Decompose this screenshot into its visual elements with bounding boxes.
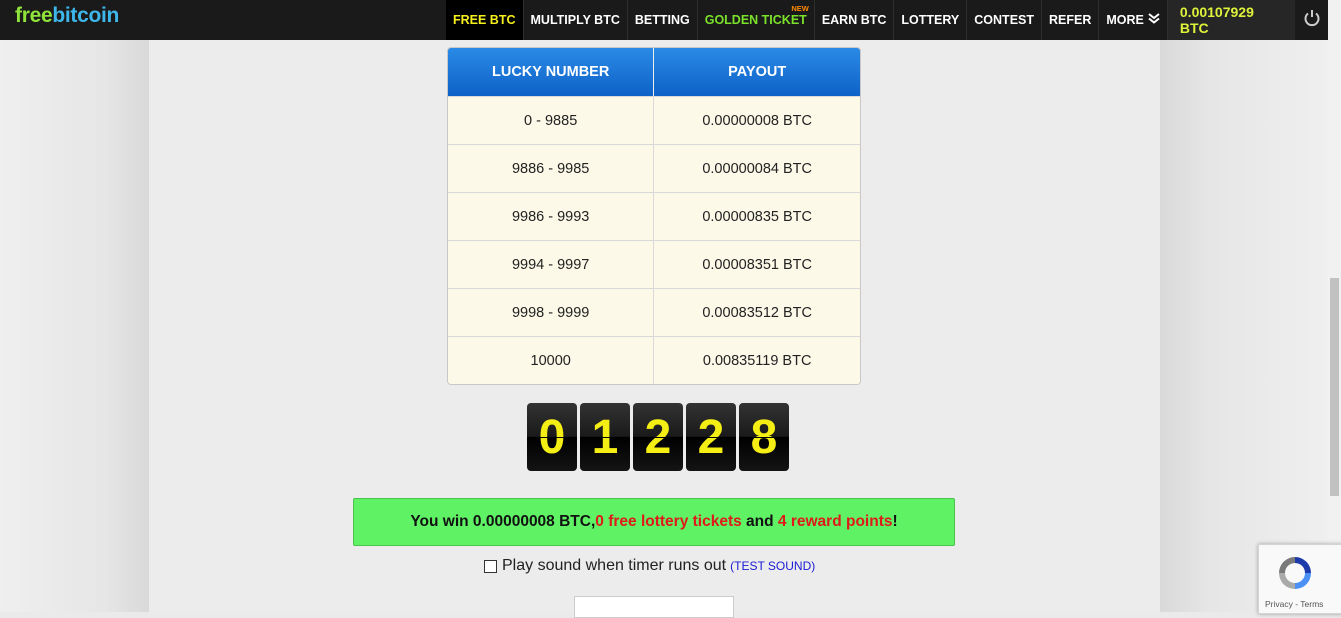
- nav-golden-ticket[interactable]: GOLDEN TICKET NEW: [697, 0, 815, 40]
- nav-refer[interactable]: REFER: [1042, 0, 1100, 40]
- win-points: 4 reward points: [777, 513, 893, 530]
- payout-cell: 0.00835119 BTC: [654, 336, 860, 384]
- table-row: 9886 - 9985 0.00000084 BTC: [448, 144, 860, 192]
- win-middle: and: [741, 513, 778, 530]
- nav-multiply-btc[interactable]: MULTIPLY BTC: [523, 0, 628, 40]
- nav-label: EARN BTC: [821, 13, 887, 27]
- lucky-number-display: 0 1 2 2 8: [527, 403, 789, 471]
- payout-table: LUCKY NUMBER PAYOUT 0 - 9885 0.00000008 B…: [447, 47, 861, 385]
- scroll-thumb[interactable]: [1330, 278, 1339, 496]
- range-cell: 10000: [448, 336, 655, 384]
- range-cell: 9994 - 9997: [448, 240, 655, 288]
- win-prefix: You win 0.00000008 BTC,: [410, 513, 596, 530]
- roll-button-partial[interactable]: [574, 596, 734, 618]
- play-sound-checkbox[interactable]: [484, 559, 497, 573]
- column-header-payout: PAYOUT: [654, 48, 860, 96]
- site-logo[interactable]: freebitcoin: [15, 4, 119, 28]
- win-tickets: 0 free lottery tickets: [595, 513, 742, 530]
- logo-free: free: [15, 4, 53, 27]
- lucky-digit: 2: [686, 403, 736, 471]
- payout-cell: 0.00008351 BTC: [654, 240, 860, 288]
- recaptcha-badge[interactable]: Privacy - Terms: [1258, 544, 1341, 614]
- test-sound-close-paren: ): [811, 559, 816, 573]
- page-scrollbar[interactable]: [1328, 0, 1341, 612]
- top-navbar: freebitcoin FREE BTC MULTIPLY BTC BETTIN…: [0, 0, 1328, 40]
- nav-free-btc[interactable]: FREE BTC: [446, 0, 524, 40]
- table-row: 9986 - 9993 0.00000835 BTC: [448, 192, 860, 240]
- lucky-digit: 2: [633, 403, 683, 471]
- win-message: You win 0.00000008 BTC, 0 free lottery t…: [353, 498, 955, 546]
- recaptcha-terms-link[interactable]: Terms: [1300, 599, 1323, 609]
- logout-button[interactable]: [1295, 0, 1328, 40]
- win-suffix: !: [892, 513, 898, 530]
- power-icon: [1303, 9, 1321, 32]
- nav-more[interactable]: MORE: [1099, 0, 1168, 40]
- recaptcha-icon: [1275, 553, 1315, 598]
- recaptcha-links: Privacy - Terms: [1265, 599, 1323, 609]
- column-header-lucky-number: LUCKY NUMBER: [448, 48, 655, 96]
- payout-cell: 0.00000008 BTC: [654, 96, 860, 144]
- recaptcha-privacy-link[interactable]: Privacy: [1265, 599, 1293, 609]
- double-chevron-down-icon: [1148, 13, 1160, 27]
- table-row: 9994 - 9997 0.00008351 BTC: [448, 240, 860, 288]
- sound-option: Play sound when timer runs out (TEST SOU…: [484, 557, 815, 575]
- nav-earn-btc[interactable]: EARN BTC: [814, 0, 895, 40]
- nav-label: BETTING: [634, 13, 690, 27]
- payout-cell: 0.00083512 BTC: [654, 288, 860, 336]
- table-row: 10000 0.00835119 BTC: [448, 336, 860, 384]
- range-cell: 0 - 9885: [448, 96, 655, 144]
- nav-menu: FREE BTC MULTIPLY BTC BETTING GOLDEN TIC…: [446, 0, 1328, 40]
- nav-betting[interactable]: BETTING: [627, 0, 698, 40]
- range-cell: 9886 - 9985: [448, 144, 655, 192]
- nav-contest[interactable]: CONTEST: [967, 0, 1043, 40]
- nav-label: MULTIPLY BTC: [530, 13, 620, 27]
- test-sound-link-wrapper: (TEST SOUND): [730, 559, 815, 573]
- new-badge: NEW: [791, 4, 809, 13]
- table-header-row: LUCKY NUMBER PAYOUT: [448, 48, 860, 96]
- nav-label: FREE BTC: [453, 13, 516, 27]
- table-row: 0 - 9885 0.00000008 BTC: [448, 96, 860, 144]
- lucky-digit: 1: [580, 403, 630, 471]
- table-row: 9998 - 9999 0.00083512 BTC: [448, 288, 860, 336]
- range-cell: 9986 - 9993: [448, 192, 655, 240]
- lucky-digit: 0: [527, 403, 577, 471]
- payout-cell: 0.00000084 BTC: [654, 144, 860, 192]
- page-background-right: [1160, 40, 1328, 612]
- nav-label: GOLDEN TICKET: [704, 13, 807, 27]
- lucky-digit: 8: [739, 403, 789, 471]
- payout-cell: 0.00000835 BTC: [654, 192, 860, 240]
- nav-label: CONTEST: [974, 13, 1035, 27]
- nav-label: MORE: [1106, 13, 1144, 27]
- range-cell: 9998 - 9999: [448, 288, 655, 336]
- nav-label: REFER: [1049, 13, 1092, 27]
- balance-display[interactable]: 0.00107929 BTC: [1167, 0, 1296, 40]
- nav-label: LOTTERY: [901, 13, 960, 27]
- test-sound-link[interactable]: TEST SOUND: [734, 559, 811, 573]
- play-sound-label[interactable]: Play sound when timer runs out: [502, 557, 726, 575]
- logo-bitcoin: bitcoin: [52, 4, 120, 27]
- nav-lottery[interactable]: LOTTERY: [894, 0, 968, 40]
- page-background-left: [0, 40, 149, 612]
